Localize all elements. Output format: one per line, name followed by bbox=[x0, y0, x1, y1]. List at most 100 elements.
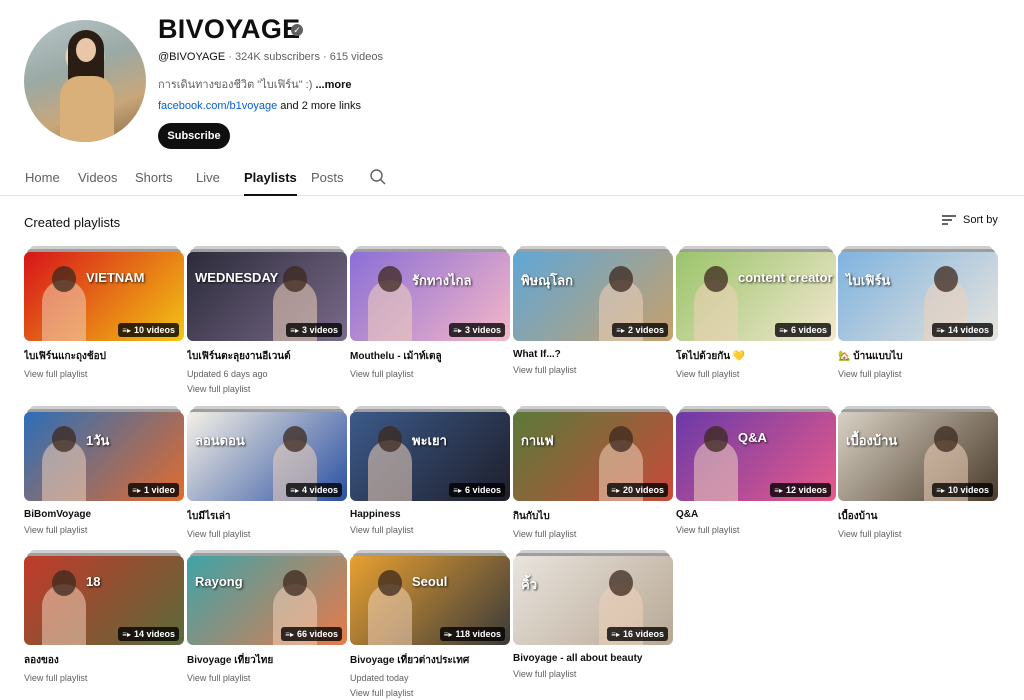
video-count: 6 videos bbox=[790, 325, 827, 335]
view-full-playlist-link[interactable]: View full playlist bbox=[24, 673, 184, 683]
tab-playlists[interactable]: Playlists bbox=[244, 170, 297, 196]
playlist-card[interactable]: พิษณุโลก ≡▸ 2 videos What If...? View full p… bbox=[513, 246, 673, 375]
view-full-playlist-link[interactable]: View full playlist bbox=[187, 384, 347, 394]
view-full-playlist-link[interactable]: View full playlist bbox=[350, 369, 510, 379]
playlist-icon: ≡▸ bbox=[122, 630, 131, 639]
playlist-title[interactable]: ไบมีไรเล่า bbox=[187, 509, 347, 524]
view-full-playlist-link[interactable]: View full playlist bbox=[513, 669, 673, 679]
view-full-playlist-link[interactable]: View full playlist bbox=[676, 525, 836, 535]
playlist-title[interactable]: Bivoyage - all about beauty bbox=[513, 653, 673, 664]
playlist-thumbnail[interactable]: WEDNESDAY ≡▸ 3 videos bbox=[187, 246, 347, 341]
playlist-card[interactable]: คิ้ว ≡▸ 16 videos Bivoyage - all about beau… bbox=[513, 550, 673, 679]
playlist-card[interactable]: ไบเฟิร์น ≡▸ 14 videos 🏡 บ้านแบบไบ View full … bbox=[838, 246, 998, 379]
video-count: 3 videos bbox=[464, 325, 501, 335]
tab-home[interactable]: Home bbox=[25, 170, 60, 196]
video-count: 2 videos bbox=[627, 325, 664, 335]
person-head bbox=[378, 266, 402, 292]
channel-handle: @BIVOYAGE bbox=[158, 51, 226, 63]
view-full-playlist-link[interactable]: View full playlist bbox=[676, 369, 836, 379]
view-full-playlist-link[interactable]: View full playlist bbox=[187, 673, 347, 683]
thumbnail-image: รักทางไกล ≡▸ 3 videos bbox=[350, 252, 510, 341]
playlist-title[interactable]: ไบเฟิร์นแกะถุงช้อป bbox=[24, 349, 184, 364]
playlist-card[interactable]: ลอนดอน ≡▸ 4 videos ไบมีไรเล่า View full play… bbox=[187, 406, 347, 539]
playlist-thumbnail[interactable]: กาแฟ ≡▸ 20 videos bbox=[513, 406, 673, 501]
playlist-thumbnail[interactable]: 1วัน ≡▸ 1 video bbox=[24, 406, 184, 501]
playlist-title[interactable]: What If...? bbox=[513, 349, 673, 360]
playlist-thumbnail[interactable]: พะเยา ≡▸ 6 videos bbox=[350, 406, 510, 501]
playlist-title[interactable]: โตไปด้วยกัน 💛 bbox=[676, 349, 836, 364]
more-links[interactable]: and 2 more links bbox=[277, 100, 361, 112]
facebook-link[interactable]: facebook.com/b1voyage bbox=[158, 100, 277, 112]
playlist-card[interactable]: VIETNAM ≡▸ 10 videos ไบเฟิร์นแกะถุงช้อป View… bbox=[24, 246, 184, 379]
tab-live[interactable]: Live bbox=[196, 170, 220, 196]
playlist-card[interactable]: พะเยา ≡▸ 6 videos Happiness View full playli… bbox=[350, 406, 510, 535]
playlist-thumbnail[interactable]: Q&A ≡▸ 12 videos bbox=[676, 406, 836, 501]
view-full-playlist-link[interactable]: View full playlist bbox=[24, 525, 184, 535]
view-full-playlist-link[interactable]: View full playlist bbox=[838, 369, 998, 379]
view-full-playlist-link[interactable]: View full playlist bbox=[187, 529, 347, 539]
playlist-title[interactable]: ไบเฟิร์นตะลุยงานอีเวนต์ bbox=[187, 349, 347, 364]
playlist-title[interactable]: เบื้องบ้าน bbox=[838, 509, 998, 524]
thumbnail-image: พะเยา ≡▸ 6 videos bbox=[350, 412, 510, 501]
search-icon[interactable] bbox=[369, 168, 387, 186]
playlist-card[interactable]: Q&A ≡▸ 12 videos Q&A View full playlist bbox=[676, 406, 836, 535]
playlist-card[interactable]: Rayong ≡▸ 66 videos Bivoyage เที่ยวไทย View … bbox=[187, 550, 347, 683]
playlist-title[interactable]: Happiness bbox=[350, 509, 510, 520]
thumbnail-caption: ลอนดอน bbox=[195, 433, 245, 448]
channel-description[interactable]: การเดินทางของชีวิต "ไบเฟิร์น" :) ...more bbox=[158, 75, 352, 93]
video-count: 1 video bbox=[143, 485, 175, 495]
video-count: 4 videos bbox=[301, 485, 338, 495]
thumbnail-image: 1วัน ≡▸ 1 video bbox=[24, 412, 184, 501]
more-link[interactable]: ...more bbox=[315, 79, 351, 91]
playlist-card[interactable]: 18 ≡▸ 14 videos ลองของ View full playlist bbox=[24, 550, 184, 683]
channel-avatar[interactable] bbox=[24, 20, 146, 142]
person-head bbox=[609, 266, 633, 292]
subscribe-button[interactable]: Subscribe bbox=[158, 123, 230, 149]
playlist-title[interactable]: BiBomVoyage bbox=[24, 509, 184, 520]
playlist-title[interactable]: Q&A bbox=[676, 509, 836, 520]
playlist-card[interactable]: WEDNESDAY ≡▸ 3 videos ไบเฟิร์นตะลุยงานอีเวน… bbox=[187, 246, 347, 394]
tab-videos[interactable]: Videos bbox=[78, 170, 118, 196]
tab-posts[interactable]: Posts bbox=[311, 170, 344, 196]
view-full-playlist-link[interactable]: View full playlist bbox=[838, 529, 998, 539]
playlist-thumbnail[interactable]: ไบเฟิร์น ≡▸ 14 videos bbox=[838, 246, 998, 341]
view-full-playlist-link[interactable]: View full playlist bbox=[513, 529, 673, 539]
playlist-title[interactable]: Bivoyage เที่ยวต่างประเทศ bbox=[350, 653, 510, 668]
playlist-card[interactable]: 1วัน ≡▸ 1 video BiBomVoyage View full playli… bbox=[24, 406, 184, 535]
playlist-thumbnail[interactable]: Rayong ≡▸ 66 videos bbox=[187, 550, 347, 645]
playlist-thumbnail[interactable]: Seoul ≡▸ 118 videos bbox=[350, 550, 510, 645]
video-count-badge: ≡▸ 16 videos bbox=[607, 627, 668, 641]
channel-meta: @BIVOYAGE · 324K subscribers · 615 video… bbox=[158, 51, 383, 63]
thumbnail-caption: Q&A bbox=[738, 430, 767, 445]
playlist-thumbnail[interactable]: VIETNAM ≡▸ 10 videos bbox=[24, 246, 184, 341]
thumbnail-caption: คิ้ว bbox=[521, 577, 537, 592]
playlist-thumbnail[interactable]: content creator ≡▸ 6 videos bbox=[676, 246, 836, 341]
video-count-badge: ≡▸ 2 videos bbox=[612, 323, 668, 337]
person-head bbox=[283, 570, 307, 596]
playlist-icon: ≡▸ bbox=[453, 326, 462, 335]
playlist-title[interactable]: Mouthelu - เม้าท์เตลู bbox=[350, 349, 510, 364]
playlist-title[interactable]: Bivoyage เที่ยวไทย bbox=[187, 653, 347, 668]
playlist-title[interactable]: ลองของ bbox=[24, 653, 184, 668]
view-full-playlist-link[interactable]: View full playlist bbox=[350, 525, 510, 535]
playlist-card[interactable]: เบื้องบ้าน ≡▸ 10 videos เบื้องบ้าน View full… bbox=[838, 406, 998, 539]
playlist-title[interactable]: กินกับไบ bbox=[513, 509, 673, 524]
playlist-thumbnail[interactable]: คิ้ว ≡▸ 16 videos bbox=[513, 550, 673, 645]
person-head bbox=[52, 570, 76, 596]
playlist-card[interactable]: content creator ≡▸ 6 videos โตไปด้วยกัน 💛 Vi… bbox=[676, 246, 836, 379]
view-full-playlist-link[interactable]: View full playlist bbox=[350, 688, 510, 698]
playlist-thumbnail[interactable]: ลอนดอน ≡▸ 4 videos bbox=[187, 406, 347, 501]
view-full-playlist-link[interactable]: View full playlist bbox=[24, 369, 184, 379]
playlist-thumbnail[interactable]: เบื้องบ้าน ≡▸ 10 videos bbox=[838, 406, 998, 501]
playlist-thumbnail[interactable]: 18 ≡▸ 14 videos bbox=[24, 550, 184, 645]
tab-shorts[interactable]: Shorts bbox=[135, 170, 173, 196]
person-head bbox=[609, 570, 633, 596]
playlist-card[interactable]: Seoul ≡▸ 118 videos Bivoyage เที่ยวต่างประเ… bbox=[350, 550, 510, 698]
playlist-card[interactable]: กาแฟ ≡▸ 20 videos กินกับไบ View full playlis… bbox=[513, 406, 673, 539]
view-full-playlist-link[interactable]: View full playlist bbox=[513, 365, 673, 375]
playlist-card[interactable]: รักทางไกล ≡▸ 3 videos Mouthelu - เม้าท์เตลู… bbox=[350, 246, 510, 379]
playlist-thumbnail[interactable]: รักทางไกล ≡▸ 3 videos bbox=[350, 246, 510, 341]
sort-button[interactable]: Sort by bbox=[941, 214, 998, 226]
playlist-title[interactable]: 🏡 บ้านแบบไบ bbox=[838, 349, 998, 364]
playlist-thumbnail[interactable]: พิษณุโลก ≡▸ 2 videos bbox=[513, 246, 673, 341]
